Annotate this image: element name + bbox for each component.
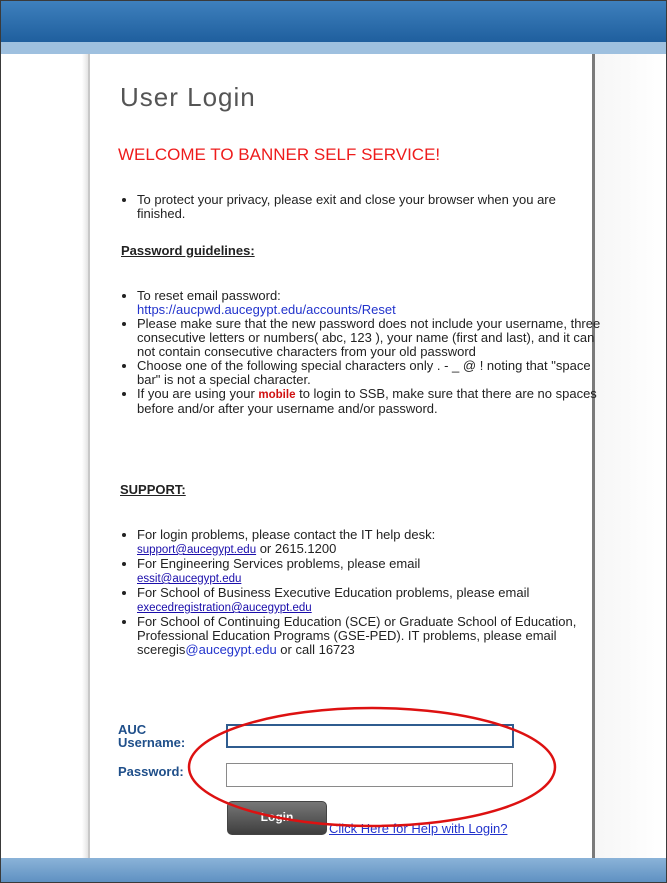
login-help-link[interactable]: Click Here for Help with Login? bbox=[329, 821, 507, 836]
list-item: For School of Continuing Education (SCE)… bbox=[137, 615, 607, 657]
login-problems-text: For login problems, please contact the I… bbox=[137, 527, 436, 542]
header-bar bbox=[1, 1, 666, 42]
execed-email-link[interactable]: execedregistration@aucegypt.edu bbox=[137, 602, 312, 614]
support-email-link[interactable]: support@aucegypt.edu bbox=[137, 544, 256, 556]
password-guidelines-heading: Password guidelines: bbox=[121, 243, 255, 258]
right-gutter bbox=[593, 54, 666, 858]
privacy-notice: To protect your privacy, please exit and… bbox=[137, 193, 607, 221]
list-item: For login problems, please contact the I… bbox=[137, 528, 607, 557]
list-item: To reset email password: https://aucpwd.… bbox=[137, 289, 607, 317]
essit-email-link[interactable]: essit@aucegypt.edu bbox=[137, 573, 241, 585]
sce-email-link[interactable]: @aucegypt.edu bbox=[185, 642, 276, 657]
engineering-text: For Engineering Services problems, pleas… bbox=[137, 556, 421, 571]
welcome-message: WELCOME TO BANNER SELF SERVICE! bbox=[118, 145, 441, 164]
list-item: If you are using your mobile to login to… bbox=[137, 387, 607, 416]
sce-phone: or call 16723 bbox=[276, 642, 355, 657]
mobile-word: mobile bbox=[258, 389, 296, 401]
login-problems-phone: or 2615.1200 bbox=[256, 541, 337, 556]
page-title: User Login bbox=[120, 82, 256, 112]
list-item: For Engineering Services problems, pleas… bbox=[137, 557, 607, 586]
password-label: Password: bbox=[118, 764, 184, 779]
login-button[interactable]: Login bbox=[227, 801, 327, 835]
password-input[interactable] bbox=[226, 763, 513, 787]
support-list: For login problems, please contact the I… bbox=[118, 528, 607, 657]
username-label-line2: Username: bbox=[118, 735, 186, 750]
footer-bar bbox=[1, 858, 666, 882]
username-label: AUC Username: bbox=[118, 723, 185, 749]
support-heading: SUPPORT: bbox=[120, 482, 186, 497]
privacy-list: To protect your privacy, please exit and… bbox=[118, 193, 607, 221]
business-text: For School of Business Executive Educati… bbox=[137, 585, 530, 600]
list-item: Choose one of the following special char… bbox=[137, 359, 607, 387]
header-strip bbox=[1, 42, 666, 54]
list-item: Please make sure that the new password d… bbox=[137, 317, 607, 359]
list-item: For School of Business Executive Educati… bbox=[137, 586, 607, 615]
mobile-rule-prefix: If you are using your bbox=[137, 386, 259, 401]
reset-password-link[interactable]: https://aucpwd.aucegypt.edu/accounts/Res… bbox=[137, 302, 396, 317]
reset-label: To reset email password: bbox=[137, 288, 281, 303]
password-guidelines-list: To reset email password: https://aucpwd.… bbox=[118, 289, 607, 416]
username-input[interactable] bbox=[226, 724, 514, 748]
